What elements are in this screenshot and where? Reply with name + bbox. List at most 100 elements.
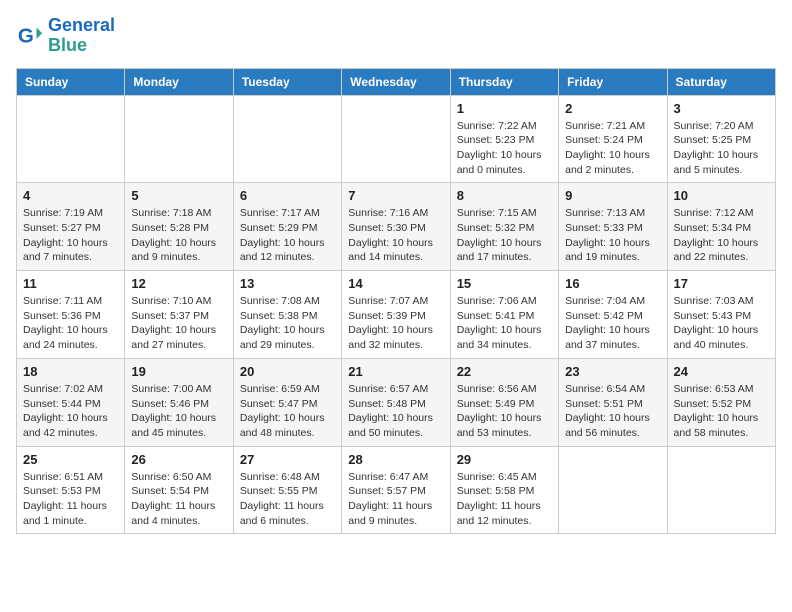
calendar-cell: 9Sunrise: 7:13 AM Sunset: 5:33 PM Daylig… (559, 183, 667, 271)
calendar-cell: 17 Sunrise: 7:03 AM Sunset: 5:43 PM Dayli… (667, 271, 775, 359)
calendar-cell (559, 446, 667, 534)
day-number: 19 (131, 364, 226, 379)
day-info: Sunrise: 7:00 AM Sunset: 5:46 PM Dayligh… (131, 382, 226, 441)
weekday-header-row: SundayMondayTuesdayWednesdayThursdayFrid… (17, 68, 776, 95)
day-number: 5 (131, 188, 226, 203)
week-row-4: 18 Sunrise: 7:02 AM Sunset: 5:44 PM Dayli… (17, 358, 776, 446)
logo-text: GeneralBlue (48, 16, 115, 56)
day-number: 14 (348, 276, 443, 291)
day-info: Sunrise: 7:17 AM Sunset: 5:29 PM Dayligh… (240, 206, 335, 265)
logo-icon: G (16, 22, 44, 50)
calendar-cell: 3 Sunrise: 7:20 AM Sunset: 5:25 PM Daylig… (667, 95, 775, 183)
calendar-cell: 25 Sunrise: 6:51 AM Sunset: 5:53 PM Dayli… (17, 446, 125, 534)
day-number: 11 (23, 276, 118, 291)
calendar-cell: 19 Sunrise: 7:00 AM Sunset: 5:46 PM Dayli… (125, 358, 233, 446)
calendar-cell: 5 Sunrise: 7:18 AM Sunset: 5:28 PM Daylig… (125, 183, 233, 271)
day-info: Sunrise: 7:04 AM Sunset: 5:42 PM Dayligh… (565, 294, 660, 353)
day-info: Sunrise: 7:06 AM Sunset: 5:41 PM Dayligh… (457, 294, 552, 353)
calendar-cell: 7Sunrise: 7:16 AM Sunset: 5:30 PM Daylig… (342, 183, 450, 271)
calendar-cell: 13 Sunrise: 7:08 AM Sunset: 5:38 PM Dayli… (233, 271, 341, 359)
day-info: Sunrise: 6:59 AM Sunset: 5:47 PM Dayligh… (240, 382, 335, 441)
svg-text:G: G (18, 24, 34, 47)
day-number: 9 (565, 188, 660, 203)
day-number: 18 (23, 364, 118, 379)
day-info: Sunrise: 7:12 AM Sunset: 5:34 PM Dayligh… (674, 206, 769, 265)
week-row-2: 4Sunrise: 7:19 AM Sunset: 5:27 PM Daylig… (17, 183, 776, 271)
day-info: Sunrise: 7:08 AM Sunset: 5:38 PM Dayligh… (240, 294, 335, 353)
day-number: 21 (348, 364, 443, 379)
calendar-cell (667, 446, 775, 534)
day-info: Sunrise: 6:53 AM Sunset: 5:52 PM Dayligh… (674, 382, 769, 441)
calendar-cell: 22Sunrise: 6:56 AM Sunset: 5:49 PM Dayli… (450, 358, 558, 446)
day-number: 23 (565, 364, 660, 379)
calendar-cell (342, 95, 450, 183)
day-number: 12 (131, 276, 226, 291)
calendar-cell: 10Sunrise: 7:12 AM Sunset: 5:34 PM Dayli… (667, 183, 775, 271)
calendar-cell: 11 Sunrise: 7:11 AM Sunset: 5:36 PM Dayli… (17, 271, 125, 359)
day-info: Sunrise: 7:22 AM Sunset: 5:23 PM Dayligh… (457, 119, 552, 178)
calendar-cell: 2 Sunrise: 7:21 AM Sunset: 5:24 PM Daylig… (559, 95, 667, 183)
calendar-cell: 16 Sunrise: 7:04 AM Sunset: 5:42 PM Dayli… (559, 271, 667, 359)
day-number: 25 (23, 452, 118, 467)
day-number: 28 (348, 452, 443, 467)
day-info: Sunrise: 7:20 AM Sunset: 5:25 PM Dayligh… (674, 119, 769, 178)
day-info: Sunrise: 6:47 AM Sunset: 5:57 PM Dayligh… (348, 470, 443, 529)
day-number: 15 (457, 276, 552, 291)
calendar-cell: 1Sunrise: 7:22 AM Sunset: 5:23 PM Daylig… (450, 95, 558, 183)
calendar-cell: 24 Sunrise: 6:53 AM Sunset: 5:52 PM Dayli… (667, 358, 775, 446)
day-info: Sunrise: 7:03 AM Sunset: 5:43 PM Dayligh… (674, 294, 769, 353)
day-number: 22 (457, 364, 552, 379)
calendar-cell: 4Sunrise: 7:19 AM Sunset: 5:27 PM Daylig… (17, 183, 125, 271)
day-number: 13 (240, 276, 335, 291)
calendar-cell: 29 Sunrise: 6:45 AM Sunset: 5:58 PM Dayli… (450, 446, 558, 534)
day-info: Sunrise: 7:21 AM Sunset: 5:24 PM Dayligh… (565, 119, 660, 178)
day-number: 17 (674, 276, 769, 291)
day-number: 3 (674, 101, 769, 116)
day-number: 24 (674, 364, 769, 379)
day-info: Sunrise: 7:15 AM Sunset: 5:32 PM Dayligh… (457, 206, 552, 265)
day-info: Sunrise: 7:02 AM Sunset: 5:44 PM Dayligh… (23, 382, 118, 441)
day-number: 8 (457, 188, 552, 203)
day-info: Sunrise: 6:45 AM Sunset: 5:58 PM Dayligh… (457, 470, 552, 529)
weekday-header-wednesday: Wednesday (342, 68, 450, 95)
weekday-header-tuesday: Tuesday (233, 68, 341, 95)
day-info: Sunrise: 7:11 AM Sunset: 5:36 PM Dayligh… (23, 294, 118, 353)
day-info: Sunrise: 7:07 AM Sunset: 5:39 PM Dayligh… (348, 294, 443, 353)
calendar-cell: 6 Sunrise: 7:17 AM Sunset: 5:29 PM Daylig… (233, 183, 341, 271)
weekday-header-friday: Friday (559, 68, 667, 95)
calendar-cell: 27Sunrise: 6:48 AM Sunset: 5:55 PM Dayli… (233, 446, 341, 534)
day-info: Sunrise: 6:54 AM Sunset: 5:51 PM Dayligh… (565, 382, 660, 441)
day-info: Sunrise: 7:18 AM Sunset: 5:28 PM Dayligh… (131, 206, 226, 265)
day-number: 29 (457, 452, 552, 467)
day-number: 2 (565, 101, 660, 116)
page-header: G GeneralBlue (16, 16, 776, 56)
calendar-cell: 8 Sunrise: 7:15 AM Sunset: 5:32 PM Daylig… (450, 183, 558, 271)
calendar-cell: 12 Sunrise: 7:10 AM Sunset: 5:37 PM Dayli… (125, 271, 233, 359)
day-info: Sunrise: 6:51 AM Sunset: 5:53 PM Dayligh… (23, 470, 118, 529)
week-row-5: 25 Sunrise: 6:51 AM Sunset: 5:53 PM Dayli… (17, 446, 776, 534)
day-info: Sunrise: 7:16 AM Sunset: 5:30 PM Dayligh… (348, 206, 443, 265)
weekday-header-saturday: Saturday (667, 68, 775, 95)
calendar-cell: 14 Sunrise: 7:07 AM Sunset: 5:39 PM Dayli… (342, 271, 450, 359)
calendar-cell (233, 95, 341, 183)
day-info: Sunrise: 6:50 AM Sunset: 5:54 PM Dayligh… (131, 470, 226, 529)
day-info: Sunrise: 6:48 AM Sunset: 5:55 PM Dayligh… (240, 470, 335, 529)
calendar-cell: 20Sunrise: 6:59 AM Sunset: 5:47 PM Dayli… (233, 358, 341, 446)
day-info: Sunrise: 6:57 AM Sunset: 5:48 PM Dayligh… (348, 382, 443, 441)
week-row-3: 11 Sunrise: 7:11 AM Sunset: 5:36 PM Dayli… (17, 271, 776, 359)
logo: G GeneralBlue (16, 16, 115, 56)
calendar-cell (17, 95, 125, 183)
calendar-cell: 18 Sunrise: 7:02 AM Sunset: 5:44 PM Dayli… (17, 358, 125, 446)
day-number: 16 (565, 276, 660, 291)
calendar-cell: 21 Sunrise: 6:57 AM Sunset: 5:48 PM Dayli… (342, 358, 450, 446)
calendar-cell: 28 Sunrise: 6:47 AM Sunset: 5:57 PM Dayli… (342, 446, 450, 534)
day-number: 6 (240, 188, 335, 203)
day-number: 4 (23, 188, 118, 203)
weekday-header-thursday: Thursday (450, 68, 558, 95)
day-info: Sunrise: 7:10 AM Sunset: 5:37 PM Dayligh… (131, 294, 226, 353)
weekday-header-monday: Monday (125, 68, 233, 95)
weekday-header-sunday: Sunday (17, 68, 125, 95)
day-number: 26 (131, 452, 226, 467)
calendar-cell: 26 Sunrise: 6:50 AM Sunset: 5:54 PM Dayli… (125, 446, 233, 534)
calendar-cell (125, 95, 233, 183)
